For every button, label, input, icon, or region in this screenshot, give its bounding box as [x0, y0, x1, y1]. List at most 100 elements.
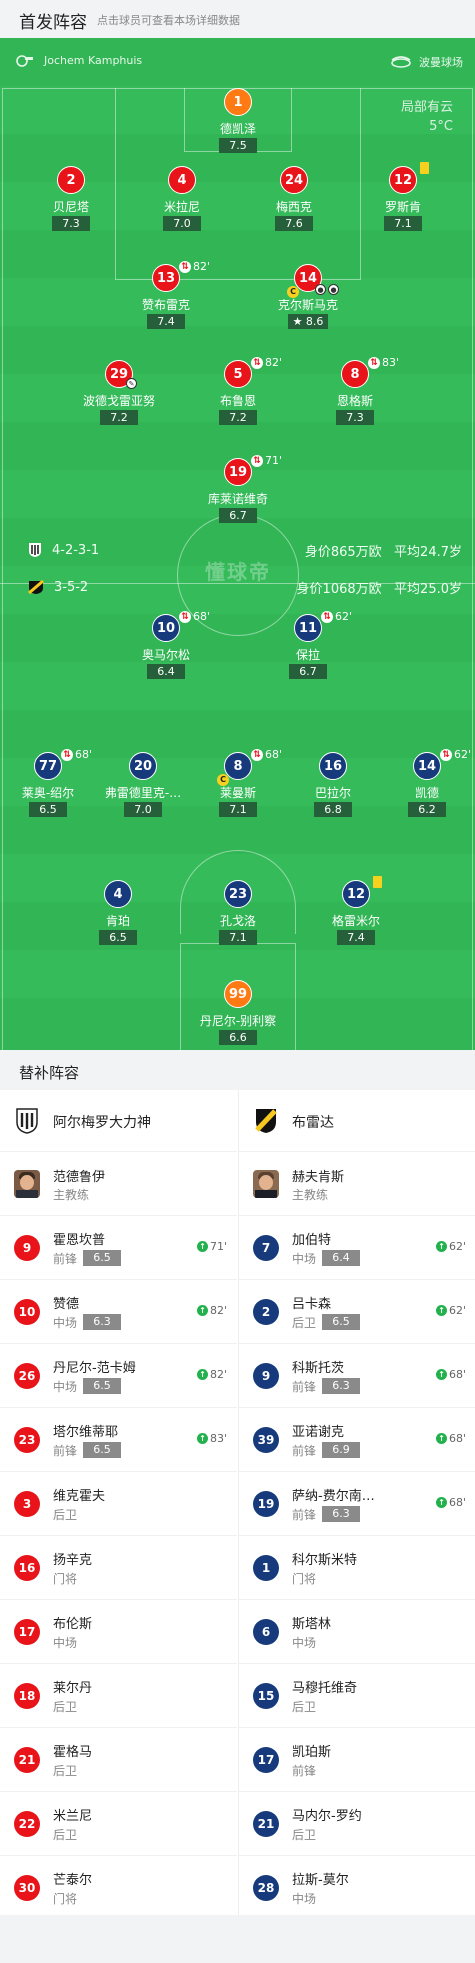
pitch-player[interactable]: 12 罗斯肯 7.1 — [348, 162, 458, 246]
pitch-player[interactable]: 19 ⇅ 71' 库莱诺维奇 6.7 — [183, 454, 293, 538]
sub-row[interactable]: 16 扬辛克 门将 — [0, 1536, 237, 1600]
sub-in-icon: ↑ — [435, 1433, 447, 1444]
sub-name: 维克霍夫 — [53, 1489, 106, 1504]
sub-row[interactable]: 17 凯珀斯 前锋 — [239, 1728, 475, 1792]
player-number: 2 — [57, 166, 85, 194]
away-formation: 3-5-2 — [54, 579, 89, 595]
pitch-player[interactable]: 12 格雷米尔 7.4 — [301, 876, 411, 960]
pitch-player[interactable]: 14 C ● ● 克尔斯马克 ★ 8.6 — [253, 264, 363, 344]
team-name: 阿尔梅罗大力神 — [53, 1115, 151, 1131]
sub-rating: 6.3 — [322, 1378, 360, 1394]
player-number: 14 — [413, 752, 441, 780]
sub-minute: 71' — [209, 1240, 227, 1253]
sub-row[interactable]: 30 芒泰尔 门将 — [0, 1856, 237, 1920]
sub-in-icon: ↑ — [435, 1369, 447, 1380]
sub-number: 19 — [253, 1491, 279, 1517]
sub-minute: 82' — [193, 260, 211, 273]
pitch-player[interactable]: 29 ✎ 波德戈雷亚努 7.2 — [64, 360, 174, 440]
sub-row[interactable]: 21 马内尔-罗约 后卫 — [239, 1792, 475, 1856]
sub-name: 亚诺谢克 — [292, 1425, 345, 1440]
pitch-player[interactable]: 10 ⇅ 68' 奥马尔松 6.4 — [111, 610, 221, 694]
player-rating: 6.7 — [289, 664, 327, 679]
player-number: 11 — [294, 614, 322, 642]
pitch-player[interactable]: 4 肯珀 6.5 — [63, 880, 173, 960]
sub-off-icon: ⇅ — [321, 610, 333, 623]
sub-minute: 68' — [448, 1368, 466, 1381]
sub-row[interactable]: 10 赞德 中场 6.3 ↑ 82' — [0, 1280, 237, 1344]
sub-row[interactable]: 39 亚诺谢克 前锋 6.9 ↑ 68' — [239, 1408, 475, 1472]
sub-row[interactable]: 19 萨纳-费尔南… 前锋 6.3 ↑ 68' — [239, 1472, 475, 1536]
referee-name: Jochem Kamphuis — [44, 54, 143, 67]
sub-row[interactable]: 18 莱尔丹 后卫 — [0, 1664, 237, 1728]
sub-row[interactable]: 9 科斯托茨 前锋 6.3 ↑ 68' — [239, 1344, 475, 1408]
pitch-player[interactable]: 14 ⇅ 62' 凯德 6.2 — [372, 748, 475, 832]
pitch-player[interactable]: 2 贝尼塔 7.3 — [16, 166, 126, 246]
sub-position: 后卫 — [292, 1316, 317, 1330]
pitch-player[interactable]: 23 孔戈洛 7.1 — [183, 880, 293, 960]
sub-row[interactable]: 23 塔尔维蒂耶 前锋 6.5 ↑ 83' — [0, 1408, 237, 1472]
player-rating: ★ 8.6 — [288, 314, 328, 329]
sub-row[interactable]: 17 布伦斯 中场 — [0, 1600, 237, 1664]
pitch-player[interactable]: 1 德凯泽 7.5 — [183, 88, 293, 168]
sub-row[interactable]: 1 科尔斯米特 门将 — [239, 1536, 475, 1600]
sub-number: 39 — [253, 1427, 279, 1453]
sub-indicator: ⇅ 68' — [179, 610, 210, 623]
sub-row[interactable]: 6 斯塔林 中场 — [239, 1600, 475, 1664]
sub-minute: 83' — [209, 1432, 227, 1445]
pitch-player[interactable]: 4 米拉尼 7.0 — [127, 166, 237, 246]
coach-row[interactable]: 范德鲁伊 主教练 — [0, 1152, 237, 1216]
player-name: 库莱诺维奇 — [207, 492, 268, 506]
player-rating: 6.2 — [408, 802, 446, 817]
player-number: 19 — [224, 458, 252, 486]
player-number: 8 — [341, 360, 369, 388]
pitch-player[interactable]: 13 ⇅ 82' 赞布雷克 7.4 — [111, 260, 221, 344]
sub-name: 萨纳-费尔南… — [292, 1489, 375, 1504]
sub-in-time: ↑ 62' — [435, 1240, 466, 1253]
pitch-player[interactable]: 5 ⇅ 82' 布鲁恩 7.2 — [183, 356, 293, 440]
sub-name: 丹尼尔-范卡姆 — [53, 1361, 136, 1376]
sub-name: 拉斯-莫尔 — [292, 1873, 349, 1888]
away-value: 身价1068万欧 — [296, 581, 382, 597]
sub-rating: 6.3 — [83, 1314, 121, 1330]
player-number: 16 — [319, 752, 347, 780]
sub-row[interactable]: 2 吕卡森 后卫 6.5 ↑ 62' — [239, 1280, 475, 1344]
sub-minute: 68' — [448, 1496, 466, 1509]
sub-row[interactable]: 22 米兰尼 后卫 — [0, 1792, 237, 1856]
sub-number: 7 — [253, 1235, 279, 1261]
sub-minute: 68' — [193, 610, 211, 623]
sub-row[interactable]: 9 霍恩坎普 前锋 6.5 ↑ 71' — [0, 1216, 237, 1280]
sub-rating: 6.5 — [83, 1250, 121, 1266]
sub-row[interactable]: 26 丹尼尔-范卡姆 中场 6.5 ↑ 82' — [0, 1344, 237, 1408]
sub-number: 9 — [253, 1363, 279, 1389]
pitch-player[interactable]: 8 ⇅ 83' 恩格斯 7.3 — [300, 356, 410, 440]
team-header: 布雷达 — [239, 1090, 475, 1152]
home-value: 身价865万欧 — [304, 544, 382, 560]
sub-position: 中场 — [292, 1636, 317, 1650]
sub-row[interactable]: 28 拉斯-莫尔 中场 — [239, 1856, 475, 1920]
sub-row[interactable]: 7 加伯特 中场 6.4 ↑ 62' — [239, 1216, 475, 1280]
coach-row[interactable]: 赫夫肯斯 主教练 — [239, 1152, 475, 1216]
player-number: 4 — [104, 880, 132, 908]
sub-name: 扬辛克 — [53, 1553, 93, 1568]
sub-position: 前锋 — [292, 1444, 317, 1458]
sub-minute: 62' — [448, 1240, 466, 1253]
pitch-player[interactable]: 24 梅西克 7.6 — [239, 166, 349, 246]
sub-row[interactable]: 21 霍格马 后卫 — [0, 1728, 237, 1792]
sub-name: 斯塔林 — [292, 1617, 332, 1632]
sub-indicator: ⇅ 82' — [251, 356, 282, 369]
sub-rating: 6.5 — [83, 1378, 121, 1394]
sub-row[interactable]: 3 维克霍夫 后卫 — [0, 1472, 237, 1536]
pitch-player[interactable]: 11 ⇅ 62' 保拉 6.7 — [253, 610, 363, 694]
player-rating: 7.2 — [100, 410, 138, 425]
pitch-player[interactable]: 99 丹尼尔-别利察 6.6 — [183, 980, 293, 1050]
lineup-header: 首发阵容 点击球员可查看本场详细数据 — [0, 0, 475, 38]
player-rating: 6.5 — [29, 802, 67, 817]
sub-number: 21 — [253, 1811, 279, 1837]
away-team-info: 3-5-2 身价1068万欧 平均25.0岁 — [28, 579, 468, 597]
sub-row[interactable]: 15 马穆托维奇 后卫 — [239, 1664, 475, 1728]
sub-position: 中场 — [53, 1316, 78, 1330]
sub-name: 霍格马 — [53, 1745, 93, 1760]
player-rating: 7.1 — [384, 216, 422, 231]
sub-minute: 82' — [265, 356, 283, 369]
player-name: 格雷米尔 — [331, 914, 380, 928]
